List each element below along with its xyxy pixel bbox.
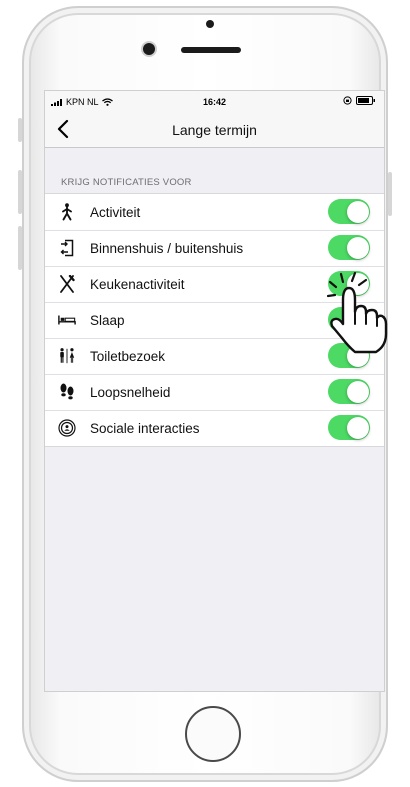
status-right [343, 96, 376, 105]
bed-icon [58, 311, 76, 329]
phone-screen: KPN NL 16:42 Lange termijn KRIJG NOTIFIC… [44, 90, 385, 692]
front-camera [143, 43, 155, 55]
toilet-icon [58, 347, 76, 365]
tap-hand-icon [326, 271, 388, 354]
mute-switch [18, 118, 22, 142]
navigation-bar: Lange termijn [45, 113, 384, 148]
volume-down-button [18, 226, 22, 270]
toggle-sociale-interacties[interactable] [328, 415, 370, 440]
toggle-loopsnelheid[interactable] [328, 379, 370, 404]
rotation-lock-icon [343, 96, 352, 105]
volume-up-button [18, 170, 22, 214]
toggle-knob [346, 416, 369, 439]
toggle-knob [346, 200, 369, 223]
home-button[interactable] [185, 706, 241, 762]
toggle-binnenshuis-buitenshuis[interactable] [328, 235, 370, 260]
toggle-activiteit[interactable] [328, 199, 370, 224]
status-time: 16:42 [202, 97, 227, 107]
footprints-icon [58, 383, 76, 401]
power-button [388, 172, 392, 216]
list-item-sociale-interacties: Sociale interacties [45, 410, 384, 446]
battery-icon [356, 96, 375, 105]
toggle-knob [346, 236, 369, 259]
section-header: KRIJG NOTIFICATIES VOOR [61, 177, 192, 188]
list-item-activiteit: Activiteit [45, 194, 384, 230]
front-sensor [206, 20, 214, 28]
toggle-knob [346, 380, 369, 403]
earpiece-speaker [181, 47, 241, 53]
page-title: Lange termijn [172, 122, 257, 138]
social-person-icon [58, 419, 76, 437]
list-item-loopsnelheid: Loopsnelheid [45, 374, 384, 410]
fork-knife-icon [58, 275, 76, 293]
door-in-out-icon [58, 239, 76, 257]
status-bar: KPN NL 16:42 [45, 91, 384, 113]
walking-person-icon [58, 203, 76, 221]
list-item-binnenshuis-buitenshuis: Binnenshuis / buitenshuis [45, 230, 384, 266]
